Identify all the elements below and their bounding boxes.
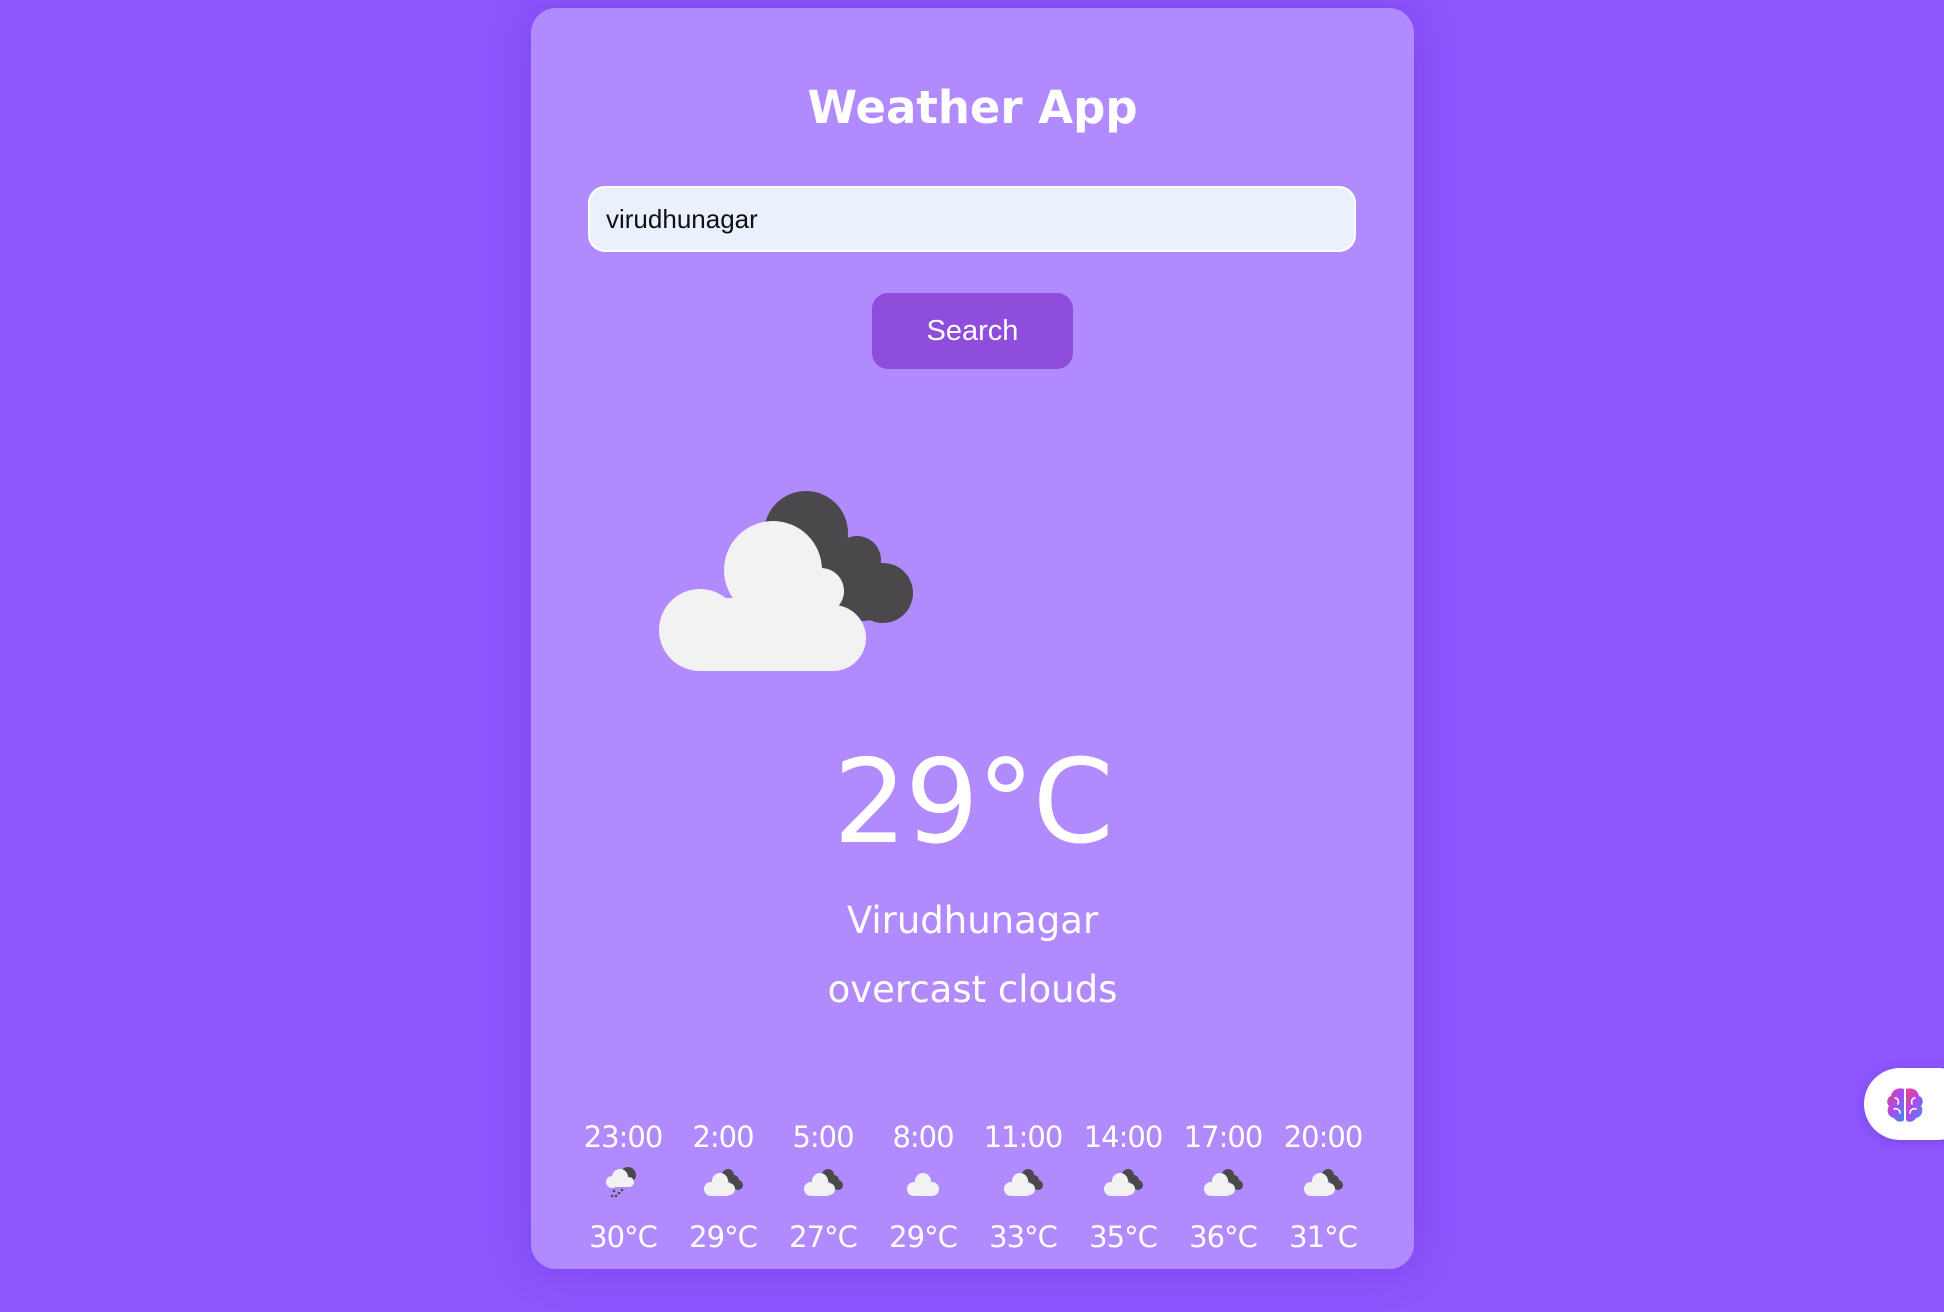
forecast-item: 8:00 29°C (873, 1113, 973, 1261)
forecast-item: 14:00 35°C (1073, 1113, 1173, 1261)
cloudy-icon (704, 1169, 743, 1196)
forecast-item: 17:00 36°C (1173, 1113, 1273, 1261)
app-title: Weather App (807, 81, 1138, 134)
hourly-forecast: 23:00 30°C 2:00 29°C 5:00 27°C 8:00 29°C… (573, 1113, 1373, 1273)
forecast-time: 5:00 (792, 1120, 854, 1154)
forecast-time: 17:00 (1183, 1120, 1264, 1154)
cloudy-icon (804, 1169, 843, 1196)
cloudy-icon (659, 491, 913, 671)
city-search-input[interactable] (588, 186, 1356, 252)
extension-widget-button[interactable] (1864, 1068, 1944, 1140)
forecast-time: 14:00 (1083, 1120, 1164, 1154)
cloudy-icon (1304, 1169, 1343, 1196)
forecast-time: 11:00 (983, 1120, 1064, 1154)
forecast-temp: 29°C (889, 1220, 958, 1254)
cloudy-icon (1004, 1169, 1043, 1196)
cloudy-icon (1104, 1169, 1143, 1196)
forecast-item: 23:00 30°C (573, 1113, 673, 1261)
cloud-rain-icon (606, 1167, 636, 1198)
brain-icon (1887, 1088, 1923, 1122)
search-button[interactable]: Search (872, 293, 1073, 369)
forecast-time: 8:00 (892, 1120, 954, 1154)
cloud-icon (907, 1173, 939, 1196)
forecast-item: 11:00 33°C (973, 1113, 1073, 1261)
forecast-item: 2:00 29°C (673, 1113, 773, 1261)
forecast-temp: 33°C (989, 1220, 1058, 1254)
cloudy-icon (1204, 1169, 1243, 1196)
city-name: Virudhunagar (846, 899, 1099, 942)
forecast-temp: 31°C (1289, 1220, 1358, 1254)
weather-card: Weather App Search 29°C Virudhunagar ove… (531, 8, 1414, 1269)
forecast-temp: 27°C (789, 1220, 858, 1254)
forecast-temp: 29°C (689, 1220, 758, 1254)
forecast-temp: 35°C (1089, 1220, 1158, 1254)
forecast-time: 23:00 (583, 1120, 664, 1154)
current-temperature: 29°C (833, 735, 1114, 870)
forecast-time: 2:00 (692, 1120, 754, 1154)
forecast-temp: 30°C (589, 1220, 658, 1254)
weather-description: overcast clouds (827, 968, 1118, 1011)
forecast-item: 20:00 31°C (1273, 1113, 1373, 1261)
forecast-item: 5:00 27°C (773, 1113, 873, 1261)
forecast-temp: 36°C (1189, 1220, 1258, 1254)
forecast-time: 20:00 (1283, 1120, 1364, 1154)
